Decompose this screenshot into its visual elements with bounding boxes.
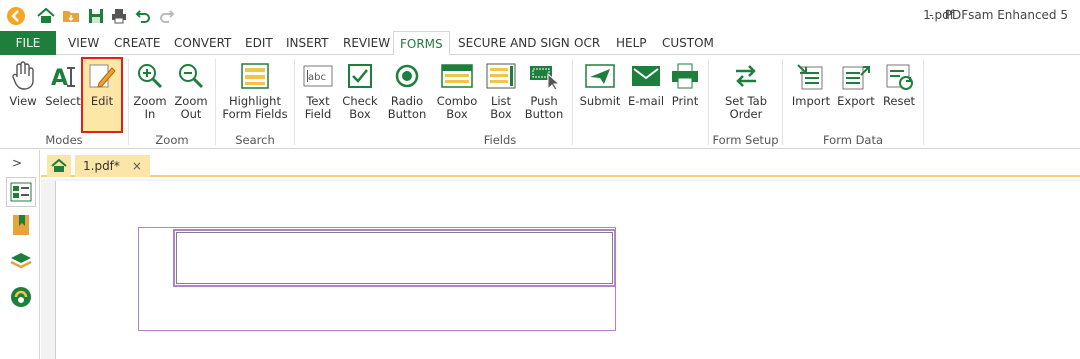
side-panel-rail: > bbox=[0, 150, 40, 359]
tab-create[interactable]: CREATE bbox=[114, 31, 161, 55]
list-box-icon bbox=[484, 59, 518, 93]
import-icon bbox=[794, 59, 828, 93]
tab-secure-and-sign[interactable]: SECURE AND SIGN bbox=[458, 31, 570, 55]
group-separator bbox=[923, 59, 924, 145]
combo-box-button[interactable]: Combo Box bbox=[436, 59, 478, 131]
select-button[interactable]: A Select bbox=[44, 59, 82, 131]
tab-order-arrows-icon bbox=[729, 59, 763, 93]
title-bar: 1.pdf - PDFsam Enhanced 5 bbox=[0, 0, 1080, 31]
printer-icon bbox=[668, 59, 702, 93]
group-label-fields: Fields bbox=[483, 133, 517, 147]
layers-icon[interactable] bbox=[8, 248, 34, 274]
window-app-title: - PDFsam Enhanced 5 bbox=[928, 8, 1068, 22]
email-button[interactable]: E-mail bbox=[627, 59, 665, 131]
zoom-out-button[interactable]: Zoom Out bbox=[172, 59, 210, 131]
undo-icon[interactable] bbox=[133, 6, 153, 26]
set-tab-order-button[interactable]: Set Tab Order bbox=[718, 59, 774, 131]
tab-view[interactable]: VIEW bbox=[68, 31, 99, 55]
combo-box-icon bbox=[440, 59, 474, 93]
envelope-icon bbox=[629, 59, 663, 93]
reset-icon bbox=[882, 59, 916, 93]
tab-insert[interactable]: INSERT bbox=[286, 31, 329, 55]
tab-file[interactable]: FILE bbox=[0, 31, 56, 55]
zoom-out-icon bbox=[174, 59, 208, 93]
group-label-form-setup: Form Setup bbox=[712, 133, 779, 147]
tab-custom[interactable]: CUSTOM bbox=[662, 31, 714, 55]
save-icon[interactable] bbox=[86, 6, 106, 26]
bookmarks-icon[interactable] bbox=[8, 212, 34, 238]
expand-panel-button[interactable]: > bbox=[12, 156, 22, 170]
tab-convert[interactable]: CONVERT bbox=[174, 31, 231, 55]
text-form-field[interactable] bbox=[173, 229, 616, 287]
edit-button[interactable]: Edit bbox=[81, 57, 123, 133]
zoom-in-icon bbox=[133, 59, 167, 93]
print-icon[interactable] bbox=[109, 6, 129, 26]
home-tab[interactable] bbox=[47, 155, 71, 177]
text-cursor-icon: A bbox=[46, 59, 80, 93]
group-label-search: Search bbox=[235, 133, 275, 147]
push-button-icon bbox=[527, 59, 561, 93]
highlight-form-fields-button[interactable]: Highlight Form Fields bbox=[222, 59, 288, 131]
export-button[interactable]: Export bbox=[836, 59, 876, 131]
pdf-page[interactable] bbox=[55, 181, 1080, 359]
open-folder-icon[interactable] bbox=[61, 6, 81, 26]
close-tab-button[interactable]: × bbox=[132, 159, 142, 173]
radio-button-button[interactable]: Radio Button bbox=[387, 59, 427, 131]
app-logo-icon[interactable] bbox=[6, 6, 26, 26]
redo-icon[interactable] bbox=[157, 6, 177, 26]
send-icon bbox=[583, 59, 617, 93]
print-form-button[interactable]: Print bbox=[668, 59, 702, 131]
attachments-icon[interactable] bbox=[8, 284, 34, 310]
push-button-button[interactable]: Push Button bbox=[524, 59, 564, 131]
page-thumbnails-icon[interactable] bbox=[6, 177, 36, 207]
submit-button[interactable]: Submit bbox=[580, 59, 620, 131]
group-label-zoom: Zoom bbox=[155, 133, 189, 147]
checkbox-icon bbox=[343, 59, 377, 93]
svg-text:A: A bbox=[51, 66, 68, 91]
tab-help[interactable]: HELP bbox=[616, 31, 647, 55]
check-box-button[interactable]: Check Box bbox=[342, 59, 378, 131]
tab-forms[interactable]: FORMS bbox=[393, 31, 450, 56]
text-field-button[interactable]: abc Text Field bbox=[300, 59, 336, 131]
hand-icon bbox=[6, 59, 40, 93]
home-icon[interactable] bbox=[36, 6, 56, 26]
document-tab-label: 1.pdf* bbox=[83, 159, 120, 173]
radio-icon bbox=[390, 59, 424, 93]
tab-review[interactable]: REVIEW bbox=[343, 31, 390, 55]
ribbon: View A Select Edit Modes Zoom In Zoom Ou… bbox=[0, 55, 1080, 149]
document-tab[interactable]: 1.pdf* × bbox=[75, 155, 150, 177]
document-tab-strip: 1.pdf* × bbox=[41, 150, 1080, 177]
tab-edit[interactable]: EDIT bbox=[245, 31, 273, 55]
document-canvas[interactable] bbox=[41, 179, 1080, 359]
group-label-form-data: Form Data bbox=[822, 133, 884, 147]
group-label-modes: Modes bbox=[45, 133, 83, 147]
zoom-in-button[interactable]: Zoom In bbox=[132, 59, 168, 131]
export-icon bbox=[839, 59, 873, 93]
reset-button[interactable]: Reset bbox=[880, 59, 918, 131]
highlight-fields-icon bbox=[238, 59, 272, 93]
import-button[interactable]: Import bbox=[791, 59, 831, 131]
tab-ocr[interactable]: OCR bbox=[574, 31, 600, 55]
menu-bar: FILE VIEW CREATE CONVERT EDIT INSERT REV… bbox=[0, 31, 1080, 56]
home-tab-icon bbox=[51, 158, 67, 172]
view-button[interactable]: View bbox=[6, 59, 40, 131]
svg-text:abc: abc bbox=[308, 72, 326, 83]
text-field-icon: abc bbox=[301, 59, 335, 93]
pencil-icon bbox=[85, 59, 119, 93]
list-box-button[interactable]: List Box bbox=[484, 59, 518, 131]
